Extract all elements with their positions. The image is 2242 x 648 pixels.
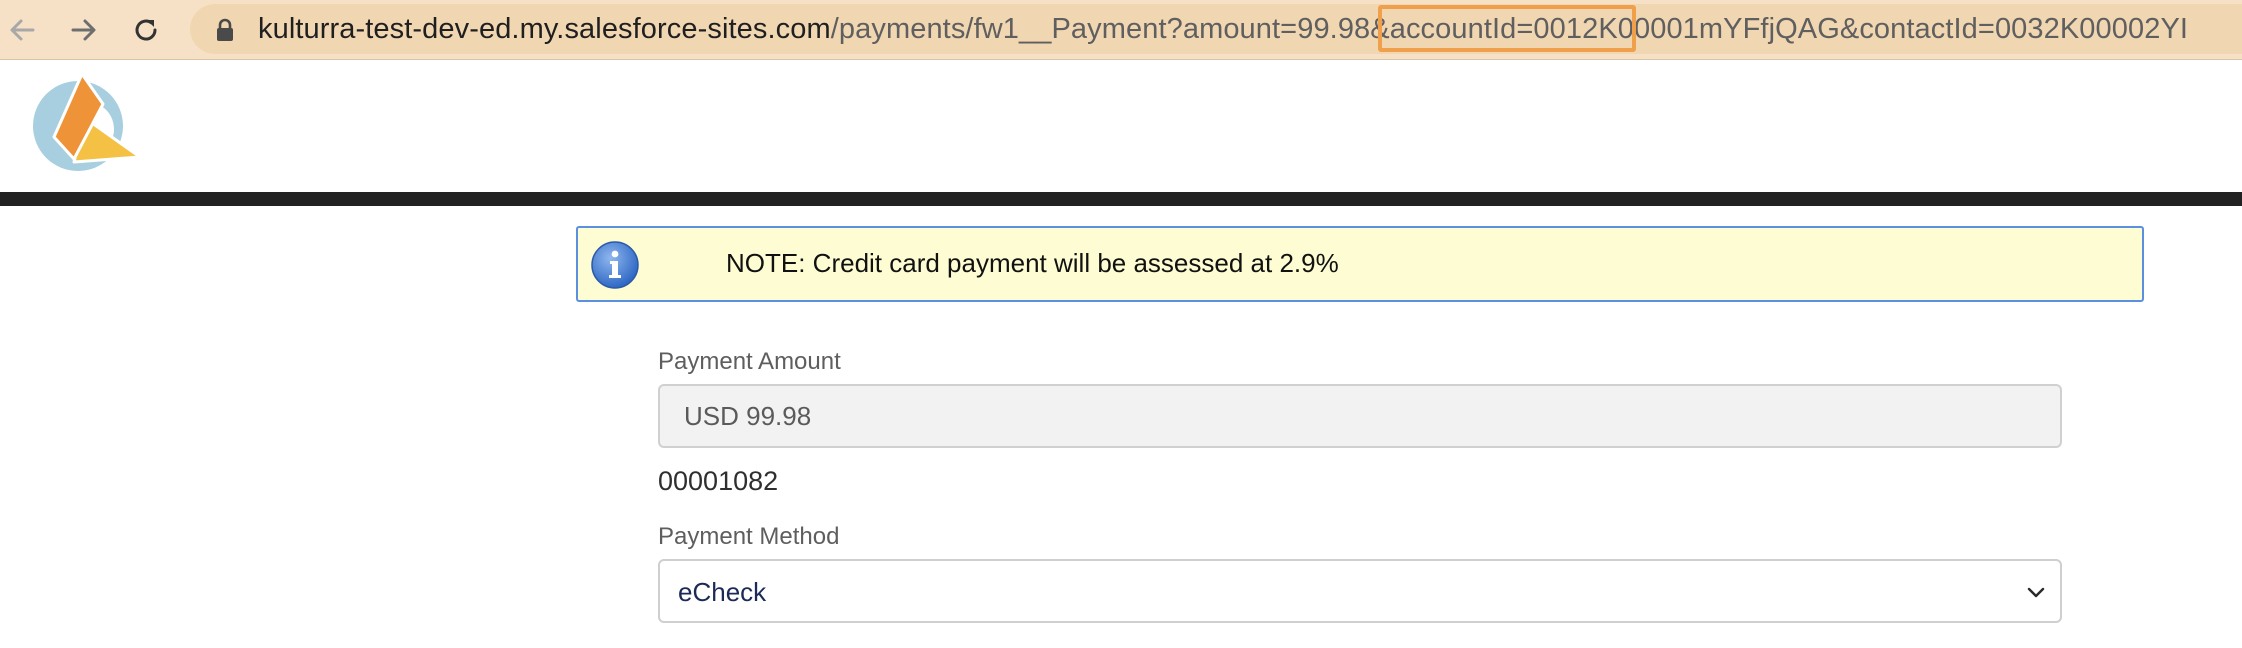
browser-toolbar: kulturra-test-dev-ed.my.salesforce-sites…: [0, 0, 2242, 60]
url-text[interactable]: kulturra-test-dev-ed.my.salesforce-sites…: [258, 11, 2188, 47]
arrow-right-icon: [71, 19, 96, 41]
note-text: NOTE: Credit card payment will be assess…: [726, 248, 1339, 278]
payment-method-value: eCheck: [678, 577, 767, 607]
payment-method-select[interactable]: eCheck: [658, 559, 2062, 623]
back-button[interactable]: [0, 8, 44, 52]
reload-button[interactable]: [124, 8, 168, 52]
forward-button[interactable]: [62, 8, 106, 52]
note-banner: NOTE: Credit card payment will be assess…: [576, 226, 2144, 302]
url-amount-highlight: [1378, 5, 1636, 52]
lock-icon: [217, 18, 233, 41]
company-logo: [33, 72, 140, 171]
url-host: kulturra-test-dev-ed.my.salesforce-sites…: [258, 13, 831, 45]
header-divider: [0, 192, 2242, 206]
payment-method-label: Payment Method: [658, 523, 840, 550]
reload-icon: [135, 19, 157, 41]
payment-amount-label: Payment Amount: [658, 348, 841, 375]
address-bar[interactable]: kulturra-test-dev-ed.my.salesforce-sites…: [190, 4, 2242, 54]
payment-amount-input[interactable]: [658, 384, 2062, 448]
arrow-left-icon: [10, 19, 35, 41]
payment-record-number: 00001082: [658, 466, 779, 496]
site-header: [0, 61, 2242, 192]
info-icon: [591, 241, 639, 289]
chevron-down-icon: [2027, 587, 2045, 598]
